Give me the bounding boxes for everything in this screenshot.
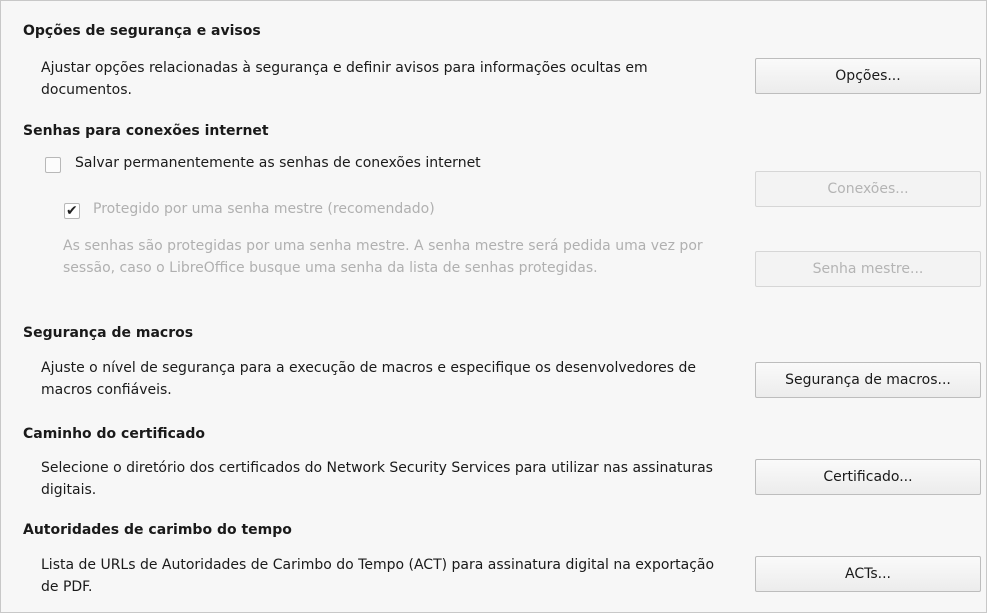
save-passwords-label[interactable]: Salvar permanentemente as senhas de cone… <box>75 155 481 171</box>
tsa-button[interactable]: ACTs... <box>755 556 981 592</box>
connections-button[interactable]: Conexões... <box>755 171 981 207</box>
macro-security-heading: Segurança de macros <box>23 325 194 341</box>
passwords-heading: Senhas para conexões internet <box>23 123 269 139</box>
security-options-panel: Opções de segurança e avisos Ajustar opç… <box>0 0 987 613</box>
security-options-heading: Opções de segurança e avisos <box>23 23 261 39</box>
certificate-path-heading: Caminho do certificado <box>23 426 205 442</box>
certificate-path-description: Selecione o diretório dos certificados d… <box>41 460 713 498</box>
master-password-description: As senhas são protegidas por uma senha m… <box>63 238 703 276</box>
certificate-button[interactable]: Certificado... <box>755 459 981 495</box>
master-password-button[interactable]: Senha mestre... <box>755 251 981 287</box>
tsa-description: Lista de URLs de Autoridades de Carimbo … <box>41 557 715 595</box>
security-options-description: Ajustar opções relacionadas à segurança … <box>41 60 648 98</box>
macro-security-button[interactable]: Segurança de macros... <box>755 362 981 398</box>
options-button[interactable]: Opções... <box>755 58 981 94</box>
macro-security-description: Ajuste o nível de segurança para a execu… <box>41 360 697 398</box>
tsa-heading: Autoridades de carimbo do tempo <box>23 522 292 538</box>
save-passwords-checkbox[interactable] <box>45 157 61 173</box>
master-password-checkbox[interactable]: ✔ <box>64 203 80 219</box>
master-password-checkbox-label: Protegido por uma senha mestre (recomend… <box>93 201 435 217</box>
checkmark-icon: ✔ <box>66 203 78 219</box>
